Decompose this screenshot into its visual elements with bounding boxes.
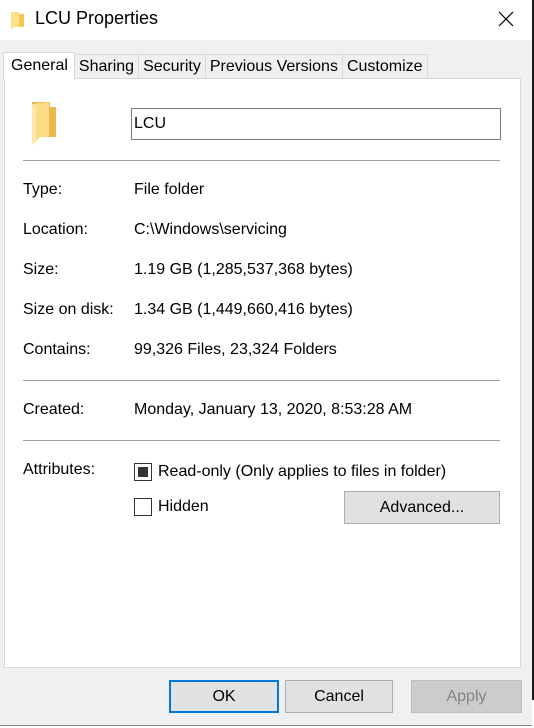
ok-button[interactable]: OK [169,680,279,713]
indeterminate-mark [138,467,148,477]
divider [23,380,500,381]
readonly-label[interactable]: Read-only (Only applies to files in fold… [158,463,446,481]
properties-dialog: LCU Properties General Sharing Security … [0,0,532,726]
tab-previous-versions[interactable]: Previous Versions [204,54,343,79]
apply-button[interactable]: Apply [411,680,522,713]
close-button[interactable] [486,5,526,33]
hidden-label[interactable]: Hidden [158,498,209,516]
type-label: Type: [23,181,63,198]
hidden-checkbox[interactable] [134,498,152,516]
title-bar: LCU Properties [0,0,532,40]
cancel-button[interactable]: Cancel [285,680,393,713]
general-panel [4,78,521,668]
type-value: File folder [134,181,205,198]
size-value: 1.19 GB (1,285,537,368 bytes) [134,261,353,278]
tab-customize[interactable]: Customize [341,54,428,79]
contains-value: 99,326 Files, 23,324 Folders [134,341,337,358]
size-on-disk-value: 1.34 GB (1,449,660,416 bytes) [134,301,353,318]
window-title: LCU Properties [35,8,159,28]
close-icon [498,11,514,27]
location-value: C:\Windows\servicing [134,221,287,238]
location-label: Location: [23,221,88,238]
folder-icon [11,12,24,29]
folder-icon [32,102,56,145]
folder-name-input[interactable] [131,108,501,140]
created-label: Created: [23,401,85,418]
tab-strip: General Sharing Security Previous Versio… [3,52,428,80]
contains-label: Contains: [23,341,91,358]
size-label: Size: [23,261,59,278]
divider [23,160,500,161]
readonly-checkbox[interactable] [134,463,152,481]
divider [23,440,500,441]
tab-sharing[interactable]: Sharing [73,54,140,79]
advanced-button[interactable]: Advanced... [344,491,500,524]
created-value: Monday, January 13, 2020, 8:53:28 AM [134,401,413,418]
tab-general[interactable]: General [3,52,75,80]
attributes-label: Attributes: [23,461,96,478]
size-on-disk-label: Size on disk: [23,301,114,318]
tab-security[interactable]: Security [138,54,206,79]
